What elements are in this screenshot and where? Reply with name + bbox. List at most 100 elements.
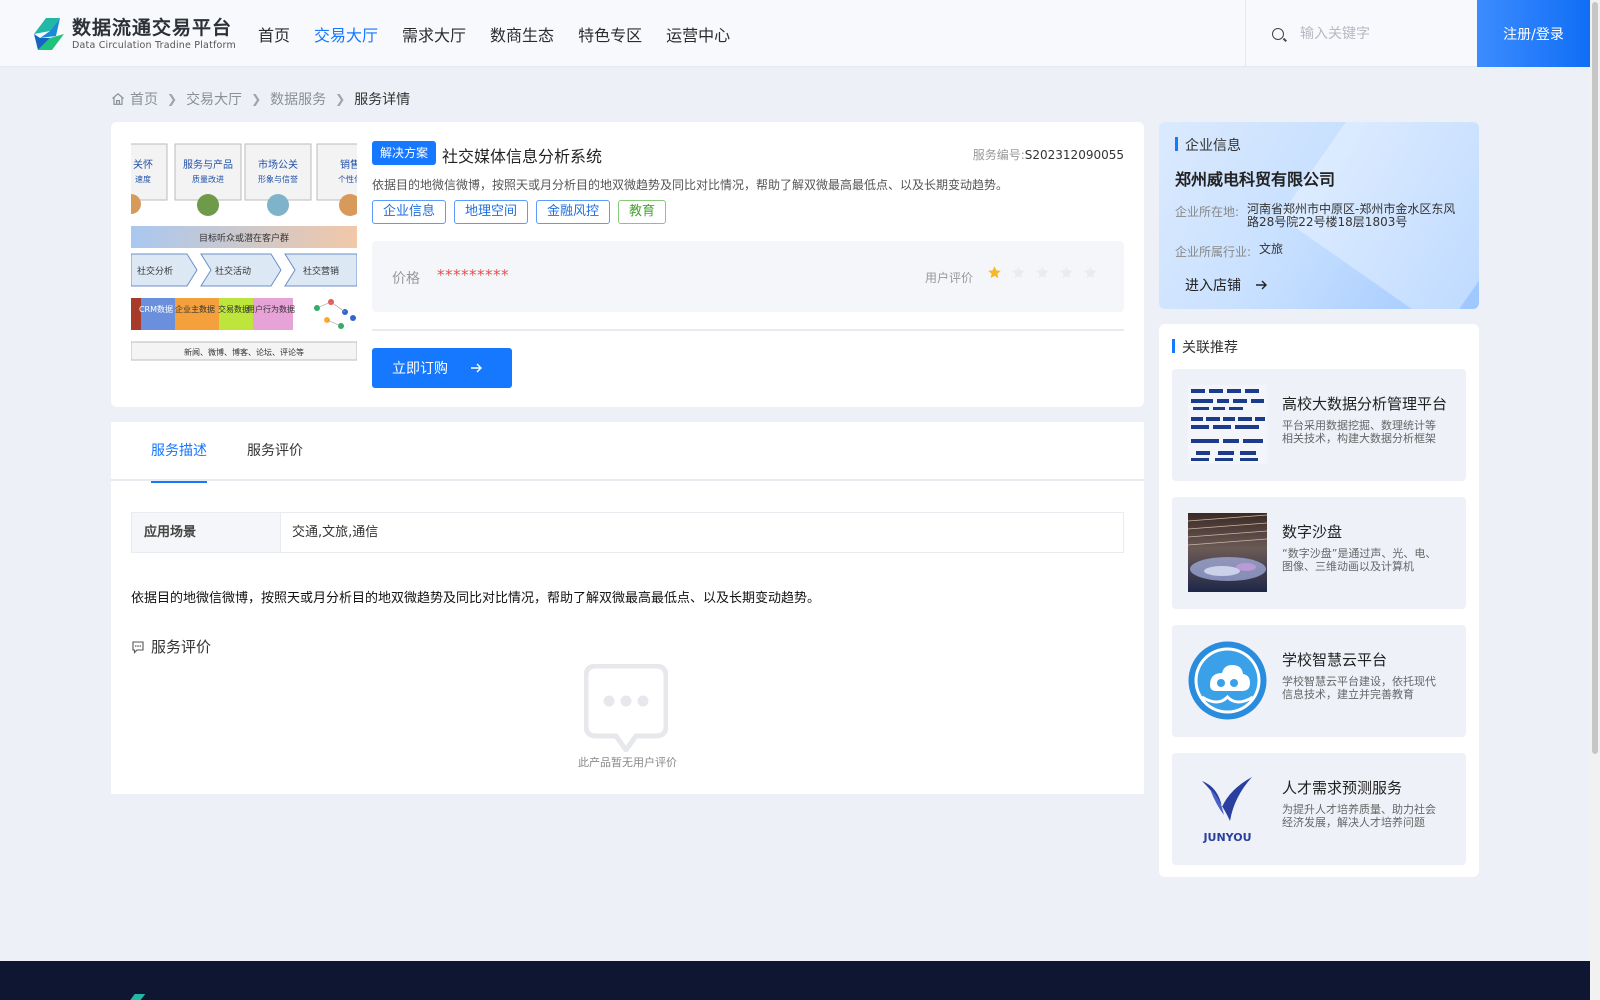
company-industry-label: 企业所属行业:	[1175, 245, 1252, 259]
chevron-right-icon: ❯	[167, 92, 178, 106]
rating-label: 用户评价	[925, 271, 974, 285]
divider	[372, 329, 1124, 331]
product-card: 关怀 速度 服务与产品 质量改进 市场公关 形象与信誉 销售 个性化	[111, 122, 1144, 407]
image-box-title: 关怀	[133, 158, 153, 171]
scene-value: 交通,文旅,通信	[292, 525, 379, 540]
breadcrumb: 首页 ❯ 交易大厅 ❯ 数据服务 ❯ 服务详情	[111, 89, 410, 109]
review-title: 服务评价	[151, 638, 212, 656]
image-banner: 目标听众或潜在客户群	[199, 232, 289, 244]
logo-title: 数据流通交易平台	[72, 16, 233, 39]
detail-tabs: 服务描述 服务评价	[111, 422, 1144, 483]
enter-shop-link[interactable]: 进入店铺	[1185, 275, 1268, 295]
price-label: 价格	[392, 271, 420, 287]
recommend-item[interactable]: JUNYOU 人才需求预测服务 为提升人才培养质量、助力社会经济发展，解决人才培…	[1172, 753, 1466, 865]
top-header: 数据流通交易平台 Data Circulation Tradine Platfo…	[0, 0, 1590, 67]
image-data-block: 用户行为数据	[247, 304, 295, 314]
page-scrollbar[interactable]	[1590, 0, 1600, 1000]
recommend-title: 高校大数据分析管理平台	[1282, 395, 1448, 413]
star-empty-icon	[1012, 266, 1025, 279]
arrow-right-icon	[1256, 280, 1267, 290]
buy-now-button[interactable]: 立即订购	[372, 348, 512, 388]
solution-badge: 解决方案	[372, 141, 437, 165]
image-box-sub: 个性化	[338, 174, 357, 184]
tag-finance-risk[interactable]: 金融风控	[536, 200, 611, 224]
recommend-title: 数字沙盘	[1282, 523, 1343, 541]
recommend-desc: “数字沙盘”是通过声、光、电、图像、三维动画以及计算机	[1282, 547, 1437, 573]
search-bar	[1245, 0, 1477, 67]
image-box-title: 服务与产品	[183, 158, 233, 171]
recommend-item[interactable]: 学校智慧云平台 学校智慧云平台建设，依托现代信息技术，建立并完善教育	[1172, 625, 1466, 737]
scrollbar-thumb[interactable]	[1592, 2, 1598, 754]
recommend-thumbnail	[1188, 513, 1267, 592]
recommend-desc: 平台采用数据挖掘、数理统计等相关技术，构建大数据分析框架	[1282, 419, 1436, 445]
detail-description: 依据目的地微信微博，按照天或月分析目的地双微趋势及同比对比情况，帮助了解双微最高…	[131, 591, 821, 606]
main-nav: 首页 交易大厅 需求大厅 数商生态 特色专区 运营中心	[258, 0, 754, 67]
nav-featured-zone[interactable]: 特色专区	[578, 22, 642, 46]
image-box-sub: 质量改进	[192, 174, 224, 184]
empty-review-text: 此产品暂无用户评价	[578, 756, 677, 769]
nav-home[interactable]: 首页	[258, 22, 290, 46]
enter-shop-label: 进入店铺	[1185, 278, 1241, 294]
service-number: 服务编号:S202312090055	[973, 146, 1124, 163]
company-name: 郑州威电科贸有限公司	[1175, 170, 1336, 189]
empty-comment-icon	[584, 664, 668, 752]
comment-icon	[132, 640, 144, 654]
service-number-label: 服务编号:	[972, 148, 1025, 162]
price-value: *********	[437, 266, 509, 284]
image-sources: 新闻、微博、博客、论坛、评论等	[184, 347, 304, 357]
recommend-item[interactable]: 数字沙盘 “数字沙盘”是通过声、光、电、图像、三维动画以及计算机	[1172, 497, 1466, 609]
recommend-section-title: 关联推荐	[1172, 337, 1238, 357]
service-detail-card: 服务描述 服务评价 应用场景 交通,文旅,通信 依据目的地微信微博，按照天或月分…	[111, 422, 1144, 794]
star-empty-icon	[1036, 266, 1049, 279]
recommend-card: 关联推荐 高校大数据分析管理平台 平台采用数据挖掘、数理统计等相关技术，构建大数…	[1159, 324, 1479, 877]
tag-geo-space[interactable]: 地理空间	[454, 200, 529, 224]
nav-demand-hall[interactable]: 需求大厅	[402, 22, 466, 46]
logo-icon	[34, 18, 64, 50]
company-section-title: 企业信息	[1175, 135, 1241, 155]
tag-list: 企业信息 地理空间 金融风控 教育	[372, 200, 674, 224]
image-box-title: 市场公关	[258, 158, 298, 171]
recommend-thumbnail: JUNYOU	[1188, 769, 1267, 848]
company-industry-row: 企业所属行业: 文旅	[1175, 243, 1479, 260]
scene-key: 应用场景	[132, 513, 281, 552]
search-input[interactable]	[1300, 25, 1460, 42]
tab-service-review[interactable]: 服务评价	[247, 422, 303, 481]
tab-service-description[interactable]: 服务描述	[151, 422, 207, 483]
recommend-thumbnail	[1188, 385, 1267, 464]
recommend-desc: 为提升人才培养质量、助力社会经济发展，解决人才培养问题	[1282, 803, 1436, 829]
tag-enterprise-info[interactable]: 企业信息	[372, 200, 447, 224]
nav-trading-hall[interactable]: 交易大厅	[314, 22, 378, 46]
footer-logo-icon	[130, 994, 146, 1000]
image-data-block: CRM数据	[139, 304, 173, 314]
product-title: 社交媒体信息分析系统	[442, 147, 603, 166]
logo[interactable]: 数据流通交易平台 Data Circulation Tradine Platfo…	[30, 14, 236, 54]
scene-table: 应用场景 交通,文旅,通信	[131, 512, 1124, 553]
service-number-value: S202312090055	[1024, 148, 1124, 162]
breadcrumb-current: 服务详情	[354, 92, 411, 108]
recommend-thumbnail	[1188, 641, 1267, 720]
image-box-sub: 速度	[135, 174, 151, 184]
breadcrumb-home[interactable]: 首页	[130, 89, 158, 109]
company-industry: 文旅	[1259, 242, 1284, 256]
company-location-label: 企业所在地:	[1175, 205, 1240, 219]
company-location-row: 企业所在地: 河南省郑州市中原区-郑州市金水区东风路28号院22号楼18层180…	[1175, 203, 1467, 229]
company-info-card: 企业信息 郑州威电科贸有限公司 企业所在地: 河南省郑州市中原区-郑州市金水区东…	[1159, 122, 1479, 309]
register-login-button[interactable]: 注册/登录	[1477, 0, 1590, 67]
recommend-title: 人才需求预测服务	[1282, 779, 1403, 797]
image-data-block: 企业主数据	[175, 304, 215, 314]
logo-subtitle: Data Circulation Tradine Platform	[72, 39, 236, 51]
image-box-sub: 形象与信誉	[258, 174, 298, 184]
tag-education[interactable]: 教育	[618, 200, 667, 224]
junyou-logo-text: JUNYOU	[1202, 831, 1251, 844]
breadcrumb-trading-hall[interactable]: 交易大厅	[186, 89, 242, 109]
nav-ecosystem[interactable]: 数商生态	[490, 22, 554, 46]
nav-operation-center[interactable]: 运营中心	[666, 22, 730, 46]
review-section-title: 服务评价	[131, 636, 211, 657]
rating-stars	[987, 265, 1107, 280]
recommend-desc: 学校智慧云平台建设，依托现代信息技术，建立并完善教育	[1282, 675, 1436, 701]
company-location: 河南省郑州市中原区-郑州市金水区东风路28号院22号楼18层1803号	[1247, 202, 1456, 229]
search-icon[interactable]	[1272, 27, 1284, 40]
recommend-item[interactable]: 高校大数据分析管理平台 平台采用数据挖掘、数理统计等相关技术，构建大数据分析框架	[1172, 369, 1466, 481]
breadcrumb-data-service[interactable]: 数据服务	[270, 89, 326, 109]
chevron-right-icon: ❯	[335, 92, 346, 106]
